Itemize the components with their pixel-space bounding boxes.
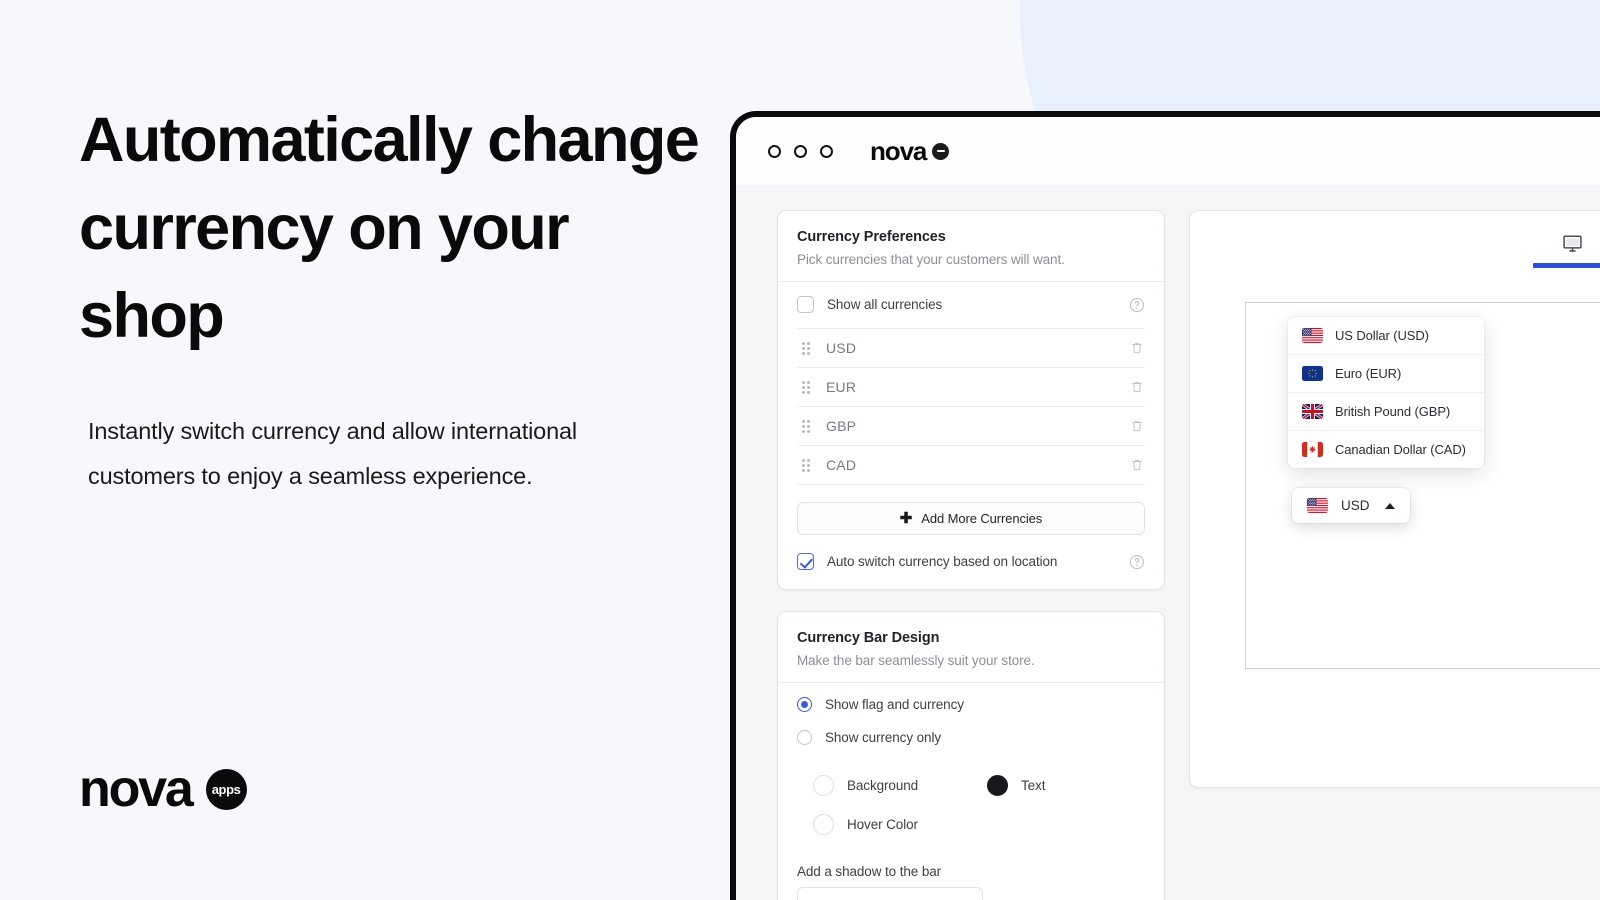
window-minimize-dot[interactable] bbox=[794, 144, 807, 158]
currency-bar-design-subtitle: Make the bar seamlessly suit your store. bbox=[797, 653, 1035, 668]
flag-eu-icon bbox=[1302, 366, 1323, 381]
list-item[interactable]: British Pound (GBP) bbox=[1288, 393, 1484, 431]
background-color-swatch[interactable] bbox=[813, 775, 834, 796]
auto-switch-label: Auto switch currency based on location bbox=[827, 554, 1058, 569]
drag-handle-icon[interactable] bbox=[802, 458, 812, 472]
currency-code: EUR bbox=[826, 379, 857, 395]
settings-column: Currency Preferences Pick currencies tha… bbox=[777, 210, 1165, 900]
trash-icon[interactable] bbox=[1129, 457, 1145, 473]
color-label: Hover Color bbox=[847, 817, 918, 832]
currency-preferences-body: Show all currencies USD EUR GBP CAD ✚ Ad… bbox=[778, 282, 1164, 589]
list-item-label: Canadian Dollar (CAD) bbox=[1335, 442, 1466, 457]
currency-code: USD bbox=[826, 340, 857, 356]
window-titlebar: nova bbox=[736, 117, 1600, 185]
drag-handle-icon[interactable] bbox=[802, 341, 812, 355]
preview-panel: US Dollar (USD) Euro (EUR) British Pound… bbox=[1189, 210, 1600, 788]
titlebar-logo-wordmark: nova bbox=[870, 136, 927, 166]
currency-dropdown-list[interactable]: US Dollar (USD) Euro (EUR) British Pound… bbox=[1288, 317, 1484, 468]
color-label: Background bbox=[847, 778, 919, 793]
auto-switch-checkbox[interactable] bbox=[797, 553, 814, 570]
currency-preferences-title: Currency Preferences bbox=[797, 229, 946, 245]
add-more-currencies-label: Add More Currencies bbox=[921, 511, 1043, 526]
trash-icon[interactable] bbox=[1129, 418, 1145, 434]
hover-color-swatch[interactable] bbox=[813, 814, 834, 835]
display-option-currency-only[interactable]: Show currency only bbox=[797, 721, 1145, 754]
currency-bar-design-title: Currency Bar Design bbox=[797, 630, 940, 646]
list-item-label: US Dollar (USD) bbox=[1335, 328, 1429, 343]
currency-bar-design-header: Currency Bar Design Make the bar seamles… bbox=[778, 612, 1164, 683]
currency-selector-trigger[interactable]: USD bbox=[1292, 488, 1410, 523]
currency-selector-label: USD bbox=[1341, 498, 1370, 513]
currency-bar-design-card: Currency Bar Design Make the bar seamles… bbox=[777, 611, 1165, 900]
page-subtext: Instantly switch currency and allow inte… bbox=[88, 417, 578, 489]
list-item-label: British Pound (GBP) bbox=[1335, 404, 1451, 419]
app-body: Currency Preferences Pick currencies tha… bbox=[736, 185, 1600, 900]
currency-preferences-subtitle: Pick currencies that your customers will… bbox=[797, 252, 1065, 267]
brand-logo-badge: apps bbox=[205, 768, 247, 810]
table-row[interactable]: CAD bbox=[797, 446, 1145, 485]
text-color-swatch[interactable] bbox=[987, 775, 1008, 796]
drag-handle-icon[interactable] bbox=[802, 419, 812, 433]
add-more-currencies-button[interactable]: ✚ Add More Currencies bbox=[797, 502, 1145, 535]
show-all-currencies-label: Show all currencies bbox=[827, 297, 943, 312]
color-label: Text bbox=[1021, 778, 1046, 793]
trash-icon[interactable] bbox=[1129, 379, 1145, 395]
brand-logo-wordmark: nova bbox=[79, 760, 194, 818]
color-option-background[interactable]: Background bbox=[797, 766, 971, 805]
currency-preferences-header: Currency Preferences Pick currencies tha… bbox=[778, 211, 1164, 282]
flag-us-icon bbox=[1307, 498, 1328, 513]
table-row[interactable]: USD bbox=[797, 329, 1145, 368]
display-option-flag-and-currency[interactable]: Show flag and currency bbox=[797, 683, 1145, 721]
desktop-monitor-icon[interactable] bbox=[1562, 233, 1583, 254]
titlebar-logo-badge bbox=[932, 142, 950, 160]
currency-preferences-card: Currency Preferences Pick currencies tha… bbox=[777, 210, 1165, 590]
flag-ca-icon bbox=[1302, 442, 1323, 457]
marketing-column: Automatically change currency on your sh… bbox=[0, 0, 730, 900]
radio-show-currency-only[interactable] bbox=[797, 730, 812, 745]
radio-label: Show currency only bbox=[825, 730, 942, 745]
list-item[interactable]: US Dollar (USD) bbox=[1288, 317, 1484, 355]
help-circle-icon[interactable] bbox=[1129, 554, 1145, 570]
caret-up-icon[interactable] bbox=[1384, 502, 1395, 509]
table-row[interactable]: GBP bbox=[797, 407, 1145, 446]
titlebar-logo: nova bbox=[870, 136, 950, 166]
list-item-label: Euro (EUR) bbox=[1335, 366, 1402, 381]
color-swatch-column-left: Background Hover Color bbox=[797, 766, 971, 844]
radio-label: Show flag and currency bbox=[825, 697, 964, 712]
window-maximize-dot[interactable] bbox=[820, 144, 833, 158]
color-swatch-grid: Background Hover Color Text bbox=[797, 754, 1145, 850]
show-all-currencies-row[interactable]: Show all currencies bbox=[797, 282, 1145, 329]
page-headline: Automatically change currency on your sh… bbox=[79, 105, 700, 352]
active-tab-underline bbox=[1533, 263, 1600, 268]
list-item[interactable]: Canadian Dollar (CAD) bbox=[1288, 431, 1484, 468]
currency-bar-design-body: Show flag and currency Show currency onl… bbox=[778, 683, 1164, 900]
color-swatch-column-right: Text bbox=[971, 766, 1145, 844]
radio-show-flag-and-currency[interactable] bbox=[797, 697, 812, 712]
trash-icon[interactable] bbox=[1129, 340, 1145, 356]
window-close-dot[interactable] bbox=[768, 144, 781, 158]
color-option-hover[interactable]: Hover Color bbox=[797, 805, 971, 844]
app-window: nova Currency Preferences Pick currencie… bbox=[730, 111, 1600, 900]
drag-handle-icon[interactable] bbox=[802, 380, 812, 394]
auto-switch-row[interactable]: Auto switch currency based on location bbox=[797, 553, 1145, 589]
shadow-select-field[interactable] bbox=[797, 887, 983, 900]
list-item[interactable]: Euro (EUR) bbox=[1288, 355, 1484, 393]
flag-gb-icon bbox=[1302, 404, 1323, 419]
flag-us-icon bbox=[1302, 328, 1323, 343]
device-preview-tabs bbox=[1533, 233, 1600, 268]
color-option-text[interactable]: Text bbox=[971, 766, 1145, 805]
brand-logo: nova apps bbox=[79, 763, 247, 815]
table-row[interactable]: EUR bbox=[797, 368, 1145, 407]
help-circle-icon[interactable] bbox=[1129, 297, 1145, 313]
show-all-currencies-checkbox[interactable] bbox=[797, 296, 814, 313]
plus-icon: ✚ bbox=[899, 510, 913, 527]
currency-code: GBP bbox=[826, 418, 857, 434]
currency-code: CAD bbox=[826, 457, 857, 473]
shadow-field-label: Add a shadow to the bar bbox=[797, 864, 942, 879]
